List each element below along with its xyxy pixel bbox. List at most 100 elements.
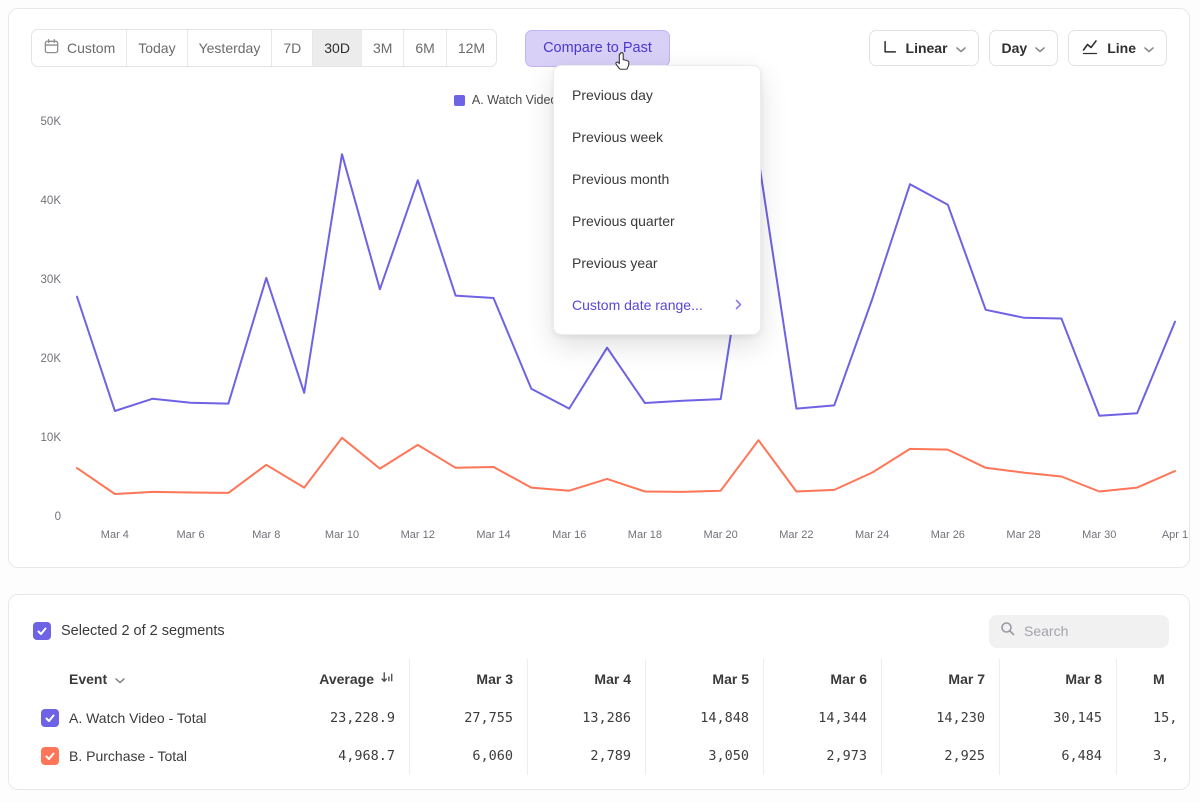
cell-value: 2,925 (881, 737, 999, 775)
svg-text:Mar 10: Mar 10 (325, 529, 359, 541)
cell-value: 13,286 (527, 699, 645, 737)
row-checkbox-purchase[interactable] (41, 747, 59, 765)
range-custom-label: Custom (67, 40, 115, 56)
svg-text:10K: 10K (41, 432, 62, 444)
column-header-mar5[interactable]: Mar 5 (645, 659, 763, 699)
svg-text:Mar 4: Mar 4 (101, 529, 129, 541)
calendar-icon (43, 38, 60, 58)
range-12m-button[interactable]: 12M (447, 30, 496, 66)
scale-label: Linear (906, 40, 948, 56)
cell-value: 2,973 (763, 737, 881, 775)
column-header-average[interactable]: Average (292, 659, 409, 699)
chevron-down-icon (1035, 40, 1045, 56)
svg-text:Mar 6: Mar 6 (177, 529, 205, 541)
range-3m-button[interactable]: 3M (362, 30, 404, 66)
column-header-mar3[interactable]: Mar 3 (409, 659, 527, 699)
compare-to-past-menu: Previous day Previous week Previous mont… (553, 65, 761, 335)
chart-display-controls: Linear Day Line (869, 30, 1167, 66)
select-all-checkbox[interactable] (33, 622, 51, 640)
svg-text:Mar 8: Mar 8 (252, 529, 280, 541)
cell-value: 3,050 (645, 737, 763, 775)
range-6m-button[interactable]: 6M (404, 30, 446, 66)
table-row-watch-video: A. Watch Video - Total 23,228.9 27,755 1… (9, 699, 1190, 737)
chevron-down-icon (115, 671, 125, 687)
axes-icon (882, 39, 898, 58)
interval-label: Day (1002, 40, 1028, 56)
cell-value: 6,060 (409, 737, 527, 775)
svg-text:Apr 1: Apr 1 (1162, 529, 1188, 541)
cell-value: 6,484 (999, 737, 1116, 775)
cell-value-clipped: 15, (1116, 699, 1190, 737)
table-header-row: Event Average Mar 3 Mar 4 Mar 5 Mar 6 Ma… (9, 659, 1190, 699)
table-top-bar: Selected 2 of 2 segments (9, 595, 1189, 649)
menu-item-previous-quarter[interactable]: Previous quarter (554, 200, 760, 242)
cell-value: 14,230 (881, 699, 999, 737)
cell-average: 23,228.9 (292, 699, 409, 737)
svg-text:50K: 50K (41, 116, 62, 128)
sort-descending-icon (380, 670, 395, 688)
row-event-cell: B. Purchase - Total (9, 737, 292, 775)
row-checkbox-watch-video[interactable] (41, 709, 59, 727)
menu-item-previous-week[interactable]: Previous week (554, 116, 760, 158)
cell-value: 27,755 (409, 699, 527, 737)
cell-value: 30,145 (999, 699, 1116, 737)
cell-value: 2,789 (527, 737, 645, 775)
chart-type-dropdown-button[interactable]: Line (1068, 30, 1167, 66)
menu-item-custom-date-range[interactable]: Custom date range... (554, 284, 760, 326)
row-event-cell: A. Watch Video - Total (9, 699, 292, 737)
column-header-clipped[interactable]: M (1116, 659, 1190, 699)
range-30d-button[interactable]: 30D (313, 30, 362, 66)
custom-date-range-label: Custom date range... (572, 297, 703, 313)
svg-text:Mar 26: Mar 26 (931, 529, 965, 541)
search-box (989, 615, 1169, 648)
svg-text:Mar 12: Mar 12 (401, 529, 435, 541)
svg-text:Mar 18: Mar 18 (628, 529, 662, 541)
row-label: B. Purchase - Total (69, 748, 187, 764)
chevron-down-icon (1144, 40, 1154, 56)
scale-dropdown-button[interactable]: Linear (869, 30, 979, 66)
series-a-swatch (454, 95, 465, 106)
chart-toolbar: Custom Today Yesterday 7D 30D 3M 6M 12M … (31, 29, 1167, 67)
segments-table-card: Selected 2 of 2 segments Event Average M… (8, 594, 1190, 790)
cell-value: 14,848 (645, 699, 763, 737)
svg-text:30K: 30K (41, 274, 62, 286)
column-header-mar8[interactable]: Mar 8 (999, 659, 1116, 699)
range-yesterday-button[interactable]: Yesterday (188, 30, 273, 66)
chart-type-label: Line (1107, 40, 1136, 56)
svg-text:0: 0 (55, 511, 61, 523)
chevron-down-icon (956, 40, 966, 56)
range-today-button[interactable]: Today (127, 30, 187, 66)
analytics-dashboard: { "toolbar": { "ranges": [ {"label": "Cu… (0, 0, 1200, 802)
svg-text:Mar 22: Mar 22 (779, 529, 813, 541)
menu-item-previous-year[interactable]: Previous year (554, 242, 760, 284)
search-input[interactable] (1024, 623, 1159, 639)
line-chart-icon (1081, 39, 1099, 58)
cursor-pointer (612, 50, 634, 77)
compare-to-past-button[interactable]: Compare to Past (525, 30, 670, 67)
range-custom-button[interactable]: Custom (32, 30, 127, 66)
svg-text:Mar 24: Mar 24 (855, 529, 889, 541)
interval-dropdown-button[interactable]: Day (989, 30, 1059, 66)
svg-text:40K: 40K (41, 195, 62, 207)
svg-text:Mar 14: Mar 14 (476, 529, 510, 541)
column-header-event[interactable]: Event (9, 659, 292, 699)
column-header-mar6[interactable]: Mar 6 (763, 659, 881, 699)
column-header-mar7[interactable]: Mar 7 (881, 659, 999, 699)
table-row-purchase: B. Purchase - Total 4,968.7 6,060 2,789 … (9, 737, 1190, 775)
column-header-mar4[interactable]: Mar 4 (527, 659, 645, 699)
menu-item-previous-day[interactable]: Previous day (554, 74, 760, 116)
cell-average: 4,968.7 (292, 737, 409, 775)
range-7d-button[interactable]: 7D (272, 30, 313, 66)
cell-value-clipped: 3, (1116, 737, 1190, 775)
search-icon (999, 620, 1016, 642)
cell-value: 14,344 (763, 699, 881, 737)
svg-text:Mar 20: Mar 20 (704, 529, 738, 541)
selected-segments-text: Selected 2 of 2 segments (61, 623, 225, 639)
date-range-group: Custom Today Yesterday 7D 30D 3M 6M 12M (31, 29, 497, 67)
row-label: A. Watch Video - Total (69, 710, 206, 726)
chevron-right-icon (735, 297, 742, 313)
svg-text:Mar 16: Mar 16 (552, 529, 586, 541)
svg-text:Mar 30: Mar 30 (1082, 529, 1116, 541)
svg-text:20K: 20K (41, 353, 62, 365)
menu-item-previous-month[interactable]: Previous month (554, 158, 760, 200)
